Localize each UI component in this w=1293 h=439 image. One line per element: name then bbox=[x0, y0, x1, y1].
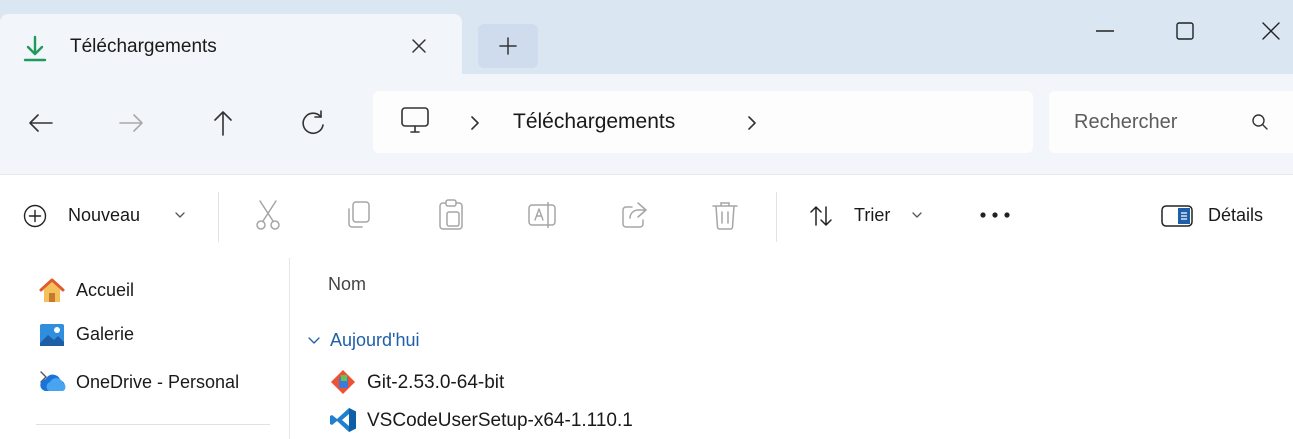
minimize-button[interactable] bbox=[1074, 8, 1134, 52]
breadcrumb[interactable]: Téléchargements bbox=[373, 91, 1033, 153]
search-placeholder: Rechercher bbox=[1074, 111, 1178, 133]
new-tab-button[interactable] bbox=[478, 24, 538, 68]
sort-icon bbox=[810, 206, 832, 226]
paste-icon[interactable] bbox=[435, 198, 467, 232]
chevron-right-icon[interactable] bbox=[745, 113, 759, 133]
tab-telechargements[interactable]: Téléchargements bbox=[0, 14, 462, 74]
new-button-label: Nouveau bbox=[68, 205, 141, 225]
share-icon[interactable] bbox=[618, 198, 650, 232]
refresh-icon bbox=[302, 110, 324, 134]
details-pane-icon bbox=[1161, 205, 1193, 227]
sort-button-label: Trier bbox=[854, 205, 891, 225]
download-icon bbox=[23, 35, 47, 62]
arrow-up-icon bbox=[214, 111, 232, 136]
maximize-button[interactable] bbox=[1154, 8, 1214, 52]
plus-icon bbox=[499, 37, 517, 55]
close-icon bbox=[1262, 22, 1280, 40]
more-options-icon[interactable] bbox=[978, 210, 1012, 220]
onedrive-icon bbox=[40, 374, 66, 391]
copy-icon[interactable] bbox=[343, 198, 375, 232]
maximize-icon bbox=[1176, 22, 1194, 40]
chevron-down-icon bbox=[175, 212, 185, 218]
cut-icon[interactable] bbox=[252, 198, 284, 232]
home-icon bbox=[39, 278, 65, 302]
rename-icon[interactable] bbox=[526, 198, 558, 232]
toolbar-separator bbox=[776, 192, 777, 242]
tab-title: Téléchargements bbox=[70, 36, 217, 57]
file-list: Nom Aujourd'hui Git-2.53.0-64-bit VSCode… bbox=[291, 258, 1293, 439]
file-name: VSCodeUserSetup-x64-1.110.1 bbox=[367, 410, 633, 431]
chevron-down-icon bbox=[308, 337, 320, 344]
forward-button[interactable] bbox=[114, 106, 148, 140]
minimize-icon bbox=[1096, 30, 1114, 32]
sidebar-item-label: Galerie bbox=[76, 324, 135, 344]
vscode-icon bbox=[330, 408, 356, 432]
computer-icon[interactable] bbox=[399, 105, 431, 137]
arrow-right-icon bbox=[119, 114, 143, 132]
breadcrumb-item-telechargements[interactable]: Téléchargements bbox=[513, 110, 675, 134]
column-header-name[interactable]: Nom bbox=[328, 274, 366, 295]
toolbar-divider bbox=[0, 174, 1293, 175]
chevron-down-icon bbox=[912, 212, 922, 218]
chevron-right-icon[interactable] bbox=[468, 113, 482, 133]
navigation-pane: Accueil Galerie OneDrive - Personal bbox=[0, 258, 290, 439]
sidebar-item-onedrive[interactable]: OneDrive - Personal bbox=[0, 364, 290, 402]
search-input[interactable]: Rechercher bbox=[1049, 91, 1293, 153]
tab-close-icon[interactable] bbox=[405, 32, 433, 60]
title-bar: Téléchargements bbox=[0, 0, 1293, 74]
sidebar-item-galerie[interactable]: Galerie bbox=[0, 316, 290, 354]
gallery-icon bbox=[40, 324, 64, 346]
search-icon[interactable] bbox=[1251, 113, 1269, 131]
command-bar: Nouveau Trier Détails bbox=[0, 174, 1293, 258]
toolbar-separator bbox=[218, 192, 219, 242]
git-icon bbox=[330, 369, 356, 395]
group-label: Aujourd'hui bbox=[330, 330, 420, 350]
back-button[interactable] bbox=[24, 106, 58, 140]
sidebar-divider bbox=[36, 424, 270, 425]
address-toolbar: Téléchargements Rechercher bbox=[0, 74, 1293, 174]
up-button[interactable] bbox=[206, 106, 240, 140]
plus-circle-icon bbox=[23, 204, 47, 228]
sidebar-item-accueil[interactable]: Accueil bbox=[0, 272, 290, 310]
arrow-left-icon bbox=[29, 114, 53, 132]
details-pane-label: Détails bbox=[1208, 205, 1264, 225]
file-name: Git-2.53.0-64-bit bbox=[367, 372, 505, 393]
sidebar-item-label: Accueil bbox=[76, 280, 135, 300]
refresh-button[interactable] bbox=[296, 106, 330, 140]
close-window-button[interactable] bbox=[1240, 8, 1293, 52]
sidebar-item-label: OneDrive - Personal bbox=[76, 372, 240, 392]
delete-icon[interactable] bbox=[709, 198, 741, 232]
